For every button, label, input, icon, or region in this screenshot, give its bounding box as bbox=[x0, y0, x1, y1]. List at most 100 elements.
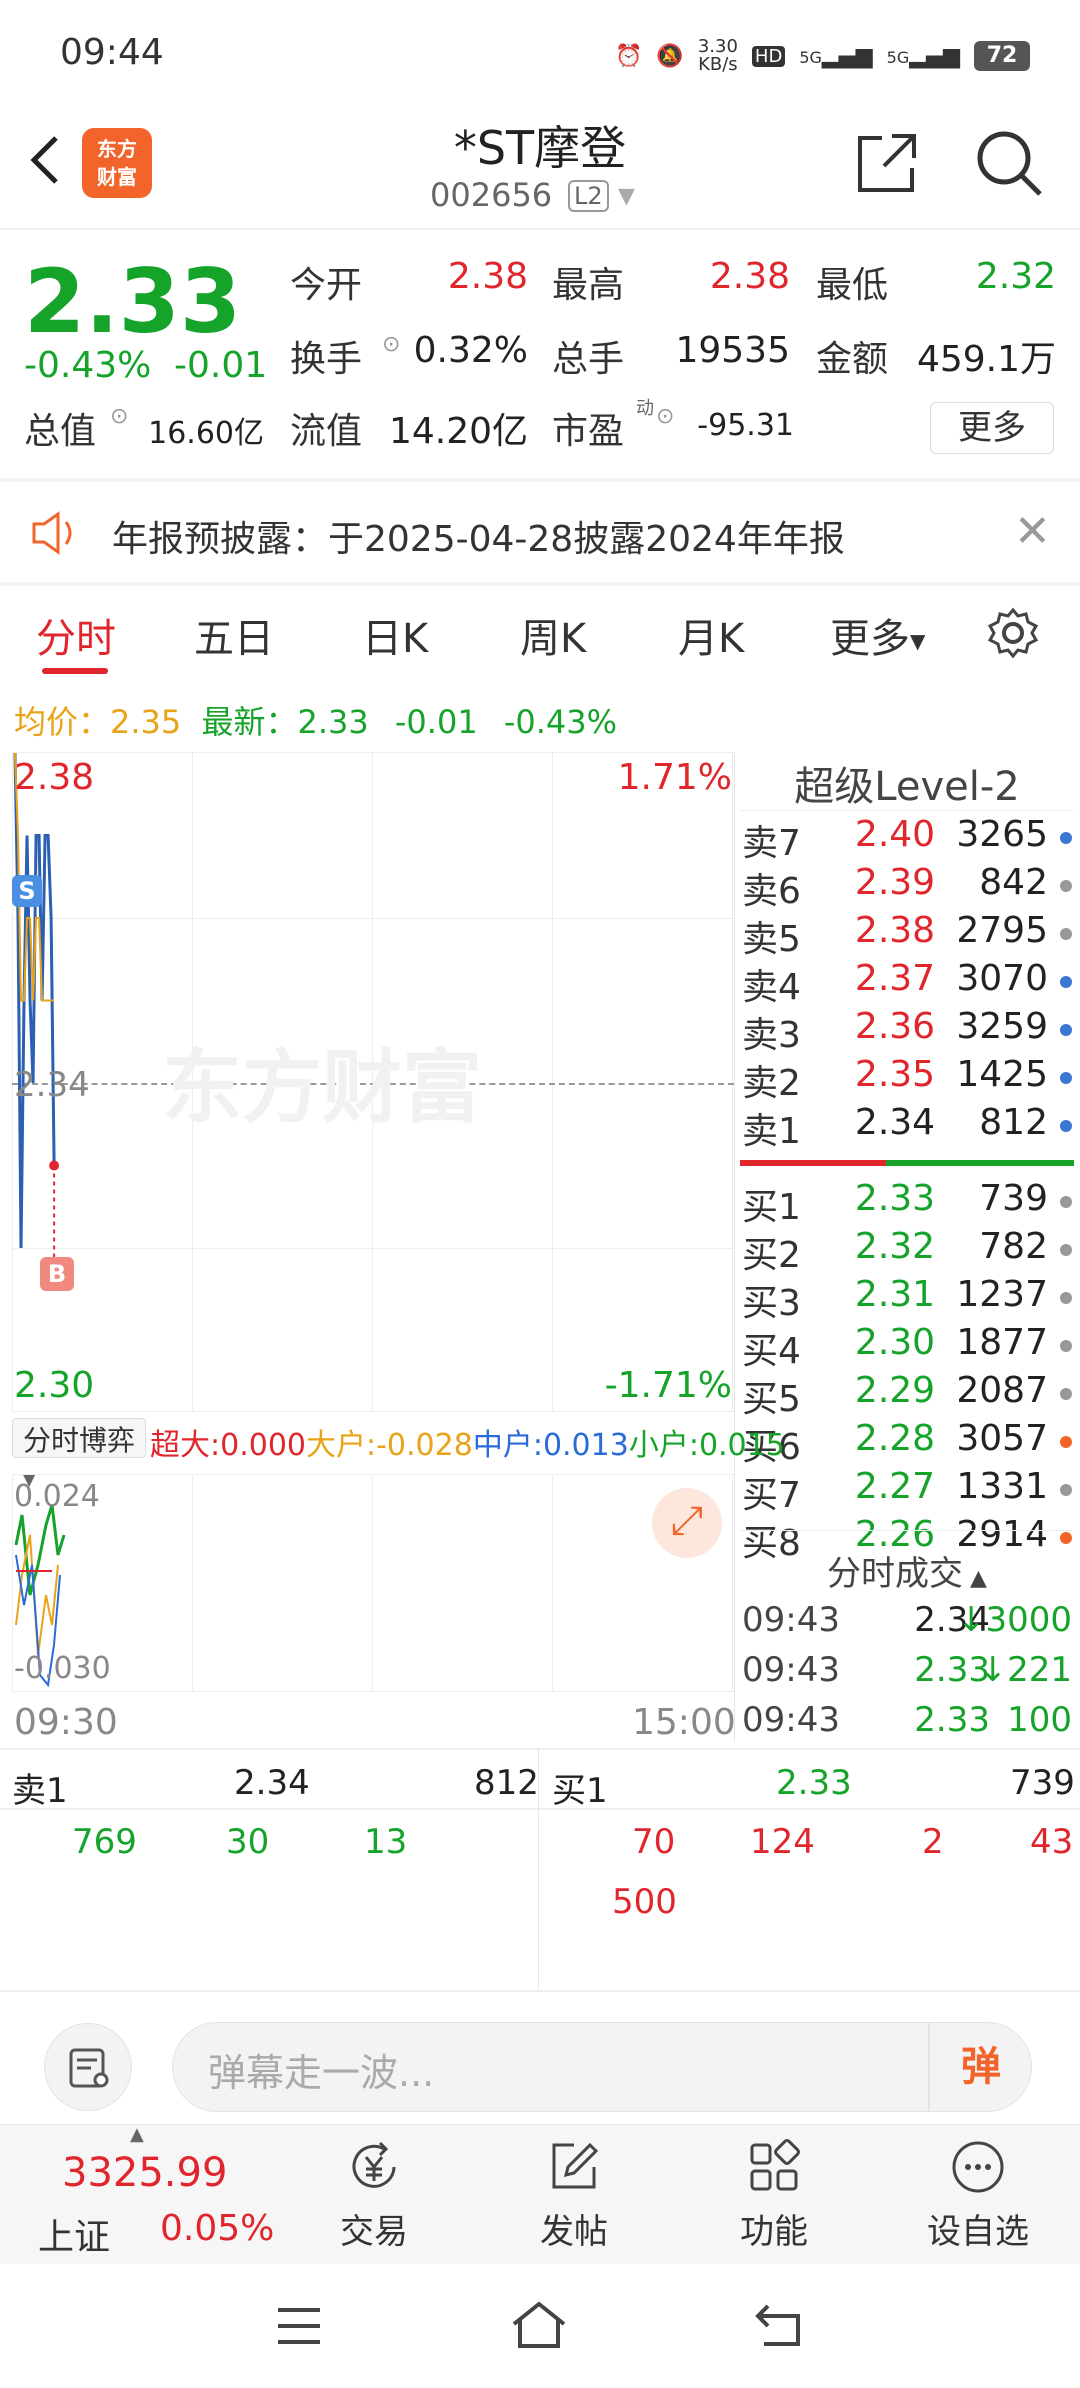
ask-queue-order: 769 bbox=[72, 1822, 137, 1862]
buy-marker[interactable]: B bbox=[40, 1257, 74, 1291]
menu-icon[interactable] bbox=[274, 2304, 324, 2348]
nav-trade[interactable]: 交易 bbox=[294, 2132, 454, 2253]
order-volume: 1237 bbox=[956, 1274, 1048, 1315]
tab-daily-k[interactable]: 日K bbox=[362, 606, 428, 664]
order-book-row[interactable]: 卖5 2.38 2795 bbox=[740, 910, 1074, 960]
share-button[interactable] bbox=[852, 128, 922, 198]
order-dot bbox=[1060, 976, 1072, 988]
signal-icon-2: 5G▂▄▆ bbox=[886, 43, 960, 69]
index-value[interactable]: 3325.99 bbox=[62, 2150, 227, 2196]
quote-label: 最高 bbox=[552, 265, 625, 306]
battery-icon: 72 bbox=[974, 41, 1030, 71]
order-book-row[interactable]: 卖7 2.40 3265 bbox=[740, 814, 1074, 864]
trade-time: 09:43 bbox=[742, 1700, 840, 1740]
order-book-row[interactable]: 卖2 2.35 1425 bbox=[740, 1054, 1074, 1104]
trade-time: 09:43 bbox=[742, 1600, 840, 1640]
bid-queue-order: 500 bbox=[612, 1882, 677, 1922]
fund-flow-values: 超大:0.000大户:-0.028中户:0.013小户:0.015 bbox=[150, 1420, 785, 1464]
avg-label: 均价： bbox=[14, 703, 111, 741]
nav-add-watchlist-label: 设自选 bbox=[927, 2212, 1029, 2252]
search-button[interactable] bbox=[972, 126, 1046, 200]
order-volume: 3057 bbox=[956, 1418, 1048, 1459]
more-button[interactable]: 更多 bbox=[930, 402, 1054, 454]
order-dot bbox=[1060, 1120, 1072, 1132]
order-book-row[interactable]: 卖4 2.37 3070 bbox=[740, 958, 1074, 1008]
trades-title[interactable]: 分时成交 ▲ bbox=[740, 1546, 1074, 1595]
trade-icon bbox=[352, 2141, 396, 2188]
order-volume: 812 bbox=[979, 1102, 1048, 1143]
trade-volume: ↓3000 bbox=[956, 1600, 1072, 1640]
info-icon[interactable]: ⊙ bbox=[382, 332, 400, 357]
order-book-row[interactable]: 买4 2.30 1877 bbox=[740, 1322, 1074, 1372]
order-volume: 739 bbox=[979, 1178, 1048, 1219]
order-book-row[interactable]: 卖3 2.36 3259 bbox=[740, 1006, 1074, 1056]
order-book-row[interactable]: 卖6 2.39 842 bbox=[740, 862, 1074, 912]
quote-value: 14.20亿 bbox=[388, 411, 528, 452]
nav-post-label: 发帖 bbox=[540, 2212, 608, 2252]
order-level: 卖3 bbox=[742, 1015, 801, 1056]
order-book-title[interactable]: 超级Level-2 bbox=[740, 754, 1074, 812]
queue-ask-vol: 812 bbox=[474, 1763, 539, 1803]
info-icon[interactable]: ⊙ bbox=[110, 404, 128, 429]
order-dot bbox=[1060, 1484, 1072, 1496]
quote-label: 换手 bbox=[290, 339, 363, 380]
expand-chart-button[interactable]: ⤢ bbox=[652, 1488, 722, 1558]
order-book-row[interactable]: 卖1 2.34 812 bbox=[740, 1102, 1074, 1152]
comment-list-button[interactable] bbox=[44, 2023, 132, 2111]
queue-bid-label: 买1 bbox=[552, 1771, 608, 1811]
divider bbox=[0, 1990, 1080, 1992]
order-book-row[interactable]: 买2 2.32 782 bbox=[740, 1226, 1074, 1276]
trade-volume: ↓221 bbox=[978, 1650, 1072, 1690]
tab-5day[interactable]: 五日 bbox=[194, 606, 274, 664]
order-level: 卖6 bbox=[742, 871, 801, 912]
info-icon[interactable]: ⊙ bbox=[656, 404, 674, 429]
close-icon[interactable]: ✕ bbox=[1014, 506, 1051, 557]
nav-functions-label: 功能 bbox=[740, 2212, 808, 2252]
back-nav-icon[interactable] bbox=[752, 2300, 804, 2350]
order-book-row[interactable]: 买3 2.31 1237 bbox=[740, 1274, 1074, 1324]
ask-queue-order: 13 bbox=[364, 1822, 408, 1862]
sell-marker[interactable]: S bbox=[12, 875, 42, 907]
home-icon[interactable] bbox=[508, 2298, 570, 2352]
dropdown-icon[interactable]: ▼ bbox=[618, 184, 635, 209]
danmaku-placeholder[interactable]: 弹幕走一波... bbox=[208, 2042, 434, 2097]
edit-icon bbox=[552, 2142, 599, 2189]
tab-fenshi[interactable]: 分时 bbox=[36, 606, 116, 664]
flow-selector[interactable]: 分时博弈 ▼ bbox=[12, 1418, 146, 1489]
order-dot bbox=[1060, 1436, 1072, 1448]
trade-price: 2.33 bbox=[914, 1650, 990, 1690]
search-icon bbox=[977, 131, 1042, 196]
order-level: 买5 bbox=[742, 1379, 801, 1420]
stock-code: 002656 bbox=[430, 176, 553, 214]
nav-trade-label: 交易 bbox=[340, 2212, 408, 2252]
order-dot bbox=[1060, 880, 1072, 892]
queue-divider bbox=[538, 1748, 539, 1990]
index-change-pct[interactable]: 0.05% bbox=[160, 2208, 274, 2249]
order-level: 买2 bbox=[742, 1235, 801, 1276]
fund-flow-chart[interactable]: 0.024 -0.030 bbox=[12, 1474, 734, 1692]
intraday-chart[interactable]: 东方财富 2.38 2.34 2.30 1.71% -1.71% S B bbox=[12, 752, 734, 1412]
order-book-row[interactable]: 买6 2.28 3057 bbox=[740, 1418, 1074, 1468]
level2-badge[interactable]: L2 bbox=[568, 180, 609, 212]
tab-monthly-k[interactable]: 月K bbox=[678, 606, 744, 664]
danmaku-toggle-button[interactable]: 弹 bbox=[928, 2022, 1032, 2112]
order-dot bbox=[1060, 1196, 1072, 1208]
order-level: 买4 bbox=[742, 1331, 801, 1372]
time-start: 09:30 bbox=[14, 1702, 118, 1743]
expand-up-icon[interactable]: ▲ bbox=[130, 2124, 144, 2145]
order-book-row[interactable]: 买7 2.27 1331 bbox=[740, 1466, 1074, 1516]
nav-functions[interactable]: 功能 bbox=[694, 2132, 854, 2253]
nav-add-watchlist[interactable]: 设自选 bbox=[898, 2132, 1058, 2253]
tab-weekly-k[interactable]: 周K bbox=[520, 606, 586, 664]
notice-text[interactable]: 年报预披露：于2025-04-28披露2024年年报 bbox=[112, 510, 845, 562]
order-book-row[interactable]: 买5 2.29 2087 bbox=[740, 1370, 1074, 1420]
order-volume: 842 bbox=[979, 862, 1048, 903]
order-book-row[interactable]: 买1 2.33 739 bbox=[740, 1178, 1074, 1228]
apps-icon bbox=[750, 2139, 800, 2191]
index-name[interactable]: 上证 bbox=[38, 2208, 110, 2260]
order-level: 卖2 bbox=[742, 1063, 801, 1104]
divider bbox=[0, 582, 1080, 586]
settings-button[interactable] bbox=[986, 606, 1040, 664]
tab-more[interactable]: 更多▼ bbox=[830, 606, 925, 664]
nav-post[interactable]: 发帖 bbox=[494, 2132, 654, 2253]
